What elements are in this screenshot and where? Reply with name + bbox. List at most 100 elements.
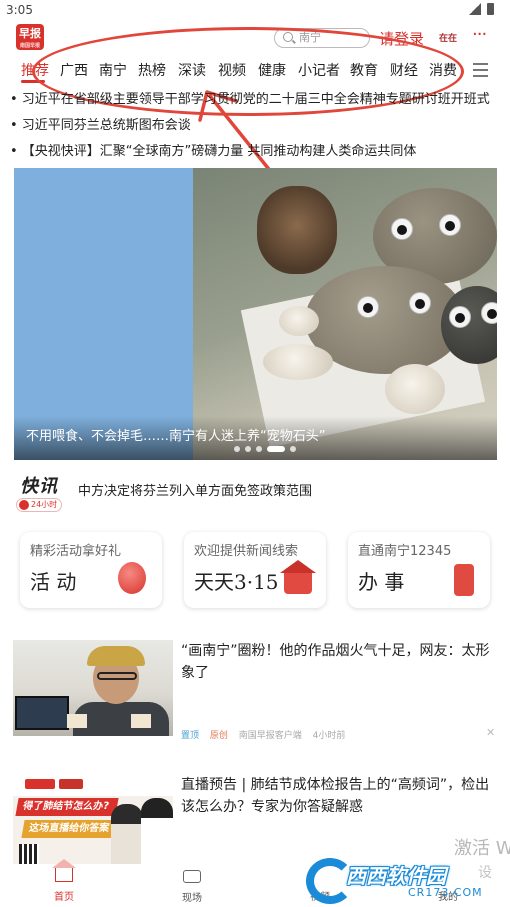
site-watermark-logo: 西西软件园 CR173.COM: [306, 858, 482, 904]
tab-recommend[interactable]: 推荐: [21, 60, 49, 80]
status-icons: [469, 3, 494, 15]
carousel-dot[interactable]: [256, 446, 262, 452]
tab-video[interactable]: 视频: [218, 60, 246, 80]
shell-shape: [279, 306, 319, 336]
card-subtitle: 直通南宁12345: [358, 544, 452, 559]
card-shape: [131, 714, 151, 728]
search-icon: [283, 32, 293, 42]
channel-tabs: 推荐 广西 南宁 热榜 深读 视频 健康 小记者 教育 财经 消费: [0, 60, 510, 83]
card-title: 办 事: [358, 570, 405, 594]
express-badge-label: 24小时: [31, 500, 58, 509]
card-activity[interactable]: 精彩活动拿好礼 活 动: [20, 532, 162, 608]
avatar[interactable]: 在在: [436, 28, 460, 50]
phone-icon: [454, 564, 474, 596]
app-logo[interactable]: 早报 南国早报: [16, 24, 44, 50]
battery-icon: [487, 3, 494, 15]
pinned-tag: 置顶: [181, 731, 200, 741]
signal-icon: [469, 3, 481, 15]
tab-little-reporter[interactable]: 小记者: [298, 60, 340, 80]
thumb-banner: 得了肺结节怎么办?: [15, 798, 119, 816]
googly-eye: [409, 292, 431, 314]
nav-live[interactable]: 现场: [162, 862, 222, 904]
tab-health[interactable]: 健康: [258, 60, 286, 80]
express-logo: 快讯: [20, 476, 58, 497]
carousel-dot[interactable]: [290, 446, 296, 452]
logo-subtext: 南国早报: [19, 43, 40, 49]
service-cards: 精彩活动拿好礼 活 动 欢迎提供新闻线索 天天3·15 直通南宁12345 办 …: [20, 532, 492, 608]
news-source: 南国早报客户端: [238, 731, 302, 741]
shell-shape: [385, 364, 445, 414]
original-tag: 原创: [209, 731, 228, 741]
site-name: 西西软件园: [346, 864, 446, 888]
banner-caption: 不用喂食、不会掉毛……南宁有人迷上养“宠物石头”: [26, 429, 326, 444]
headline-item[interactable]: • 习近平同芬兰总统斯图布会谈: [10, 118, 500, 144]
express-badge: 24小时: [16, 498, 62, 512]
search-box[interactable]: 南宁: [274, 28, 370, 48]
news-title: 直播预告 | 肺结节成体检报告上的“高频词”，检出该怎么办？专家为你答疑解惑: [181, 777, 490, 815]
news-meta: 置顶 原创 南国早报客户端 4小时前: [181, 728, 345, 741]
googly-eye: [391, 218, 413, 240]
news-thumbnail: 得了肺结节怎么办? 这场直播给你答案: [13, 774, 173, 864]
nav-home[interactable]: 首页: [34, 859, 94, 903]
tab-consumption[interactable]: 消费: [429, 60, 457, 80]
logo-text: 早报: [19, 27, 41, 40]
glasses-shape: [97, 672, 137, 680]
express-news[interactable]: 快讯 24小时 中方决定将芬兰列入单方面免签政策范围: [16, 472, 496, 514]
googly-eye: [357, 296, 379, 318]
thumb-banner: 这场直播给你答案: [21, 820, 121, 838]
status-bar: 3:05: [0, 0, 510, 20]
tab-hot[interactable]: 热榜: [138, 60, 166, 80]
balloon-icon: [118, 562, 146, 594]
person-shape: [111, 804, 143, 864]
dismiss-icon[interactable]: ✕: [486, 726, 495, 739]
house-icon: [280, 560, 316, 594]
home-icon: [52, 859, 76, 882]
login-button[interactable]: 请登录: [379, 28, 424, 49]
carousel-dot-active[interactable]: [267, 446, 285, 452]
googly-eye: [439, 214, 461, 236]
pinecone-shape: [257, 186, 337, 274]
googly-eye: [481, 302, 497, 324]
card-title: 活 动: [30, 570, 77, 594]
news-title: “画南宁”圈粉！他的作品烟火气十足，网友：太形象了: [181, 643, 490, 681]
channel-menu-icon[interactable]: [473, 63, 488, 81]
tab-education[interactable]: 教育: [350, 60, 378, 80]
top-bar: 早报 南国早报 南宁 请登录 在在 ···: [0, 22, 510, 52]
headline-item[interactable]: • 【央视快评】汇聚“全球南方”磅礴力量 共同推动构建人类命运共同体: [10, 144, 500, 170]
hat-shape: [87, 646, 145, 666]
carousel-dot[interactable]: [234, 446, 240, 452]
news-thumbnail: [13, 640, 173, 736]
tab-deep-read[interactable]: 深读: [178, 60, 206, 80]
tab-finance[interactable]: 财经: [390, 60, 418, 80]
shell-shape: [263, 344, 333, 380]
tab-guangxi[interactable]: 广西: [60, 60, 88, 80]
thumb-logo: [25, 779, 55, 789]
headline-list: • 习近平在省部级主要领导干部学习贯彻党的二十届三中全会精神专题研讨班开班式 •…: [10, 92, 500, 170]
banner-carousel[interactable]: 不用喂食、不会掉毛……南宁有人迷上养“宠物石头”: [14, 168, 497, 460]
googly-eye: [449, 306, 471, 328]
express-headline[interactable]: 中方决定将芬兰列入单方面免签政策范围: [78, 480, 312, 499]
nav-label: 现场: [182, 893, 202, 904]
card-subtitle: 精彩活动拿好礼: [30, 544, 122, 559]
card-title: 天天3·15: [194, 570, 279, 594]
headline-item[interactable]: • 习近平在省部级主要领导干部学习贯彻党的二十届三中全会精神专题研讨班开班式: [10, 92, 500, 118]
search-placeholder: 南宁: [299, 31, 321, 44]
clock-icon: [19, 500, 29, 510]
card-consumer-rights[interactable]: 欢迎提供新闻线索 天天3·15: [184, 532, 326, 608]
carousel-dots: [234, 446, 296, 452]
more-icon[interactable]: ···: [472, 24, 487, 45]
laptop-shape: [15, 696, 69, 730]
tv-icon: [183, 870, 201, 883]
activation-watermark: 激活 W: [454, 838, 510, 859]
site-url: CR173.COM: [408, 886, 483, 899]
carousel-dot[interactable]: [245, 446, 251, 452]
qr-code-shape: [19, 844, 39, 864]
card-subtitle: 欢迎提供新闻线索: [194, 544, 299, 559]
person-body-shape: [73, 702, 169, 736]
news-time: 4小时前: [312, 731, 346, 741]
news-item[interactable]: “画南宁”圈粉！他的作品烟火气十足，网友：太形象了 置顶 原创 南国早报客户端 …: [0, 640, 510, 760]
tab-nanning[interactable]: 南宁: [99, 60, 127, 80]
person-shape: [141, 798, 173, 864]
card-services[interactable]: 直通南宁12345 办 事: [348, 532, 490, 608]
status-time: 3:05: [6, 3, 33, 17]
